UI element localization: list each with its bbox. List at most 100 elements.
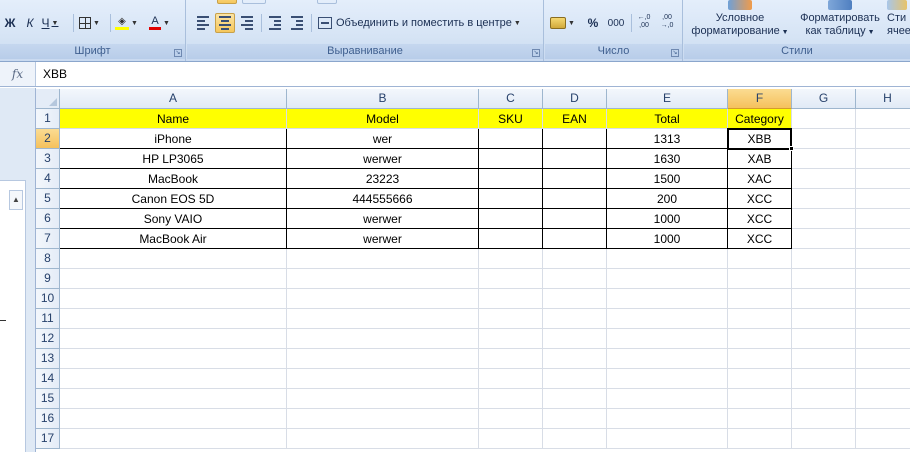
cell-b1[interactable]: Model <box>287 109 479 129</box>
cell-d1[interactable]: EAN <box>543 109 607 129</box>
cell-c8[interactable] <box>479 249 543 269</box>
cell-f8[interactable] <box>728 249 792 269</box>
cell-h7[interactable] <box>856 229 910 249</box>
fill-handle[interactable] <box>789 146 794 151</box>
row-header-2[interactable]: 2 <box>36 129 60 149</box>
cell-d6[interactable] <box>543 209 607 229</box>
row-header-6[interactable]: 6 <box>36 209 60 229</box>
row-header-8[interactable]: 8 <box>36 249 60 269</box>
cell-c16[interactable] <box>479 409 543 429</box>
cell-d4[interactable] <box>543 169 607 189</box>
column-header-f[interactable]: F <box>728 89 792 109</box>
cell-b4[interactable]: 23223 <box>287 169 479 189</box>
underline-button[interactable]: Ч ▼ <box>40 13 60 33</box>
cell-e9[interactable] <box>607 269 728 289</box>
row-header-11[interactable]: 11 <box>36 309 60 329</box>
cell-e16[interactable] <box>607 409 728 429</box>
cell-h6[interactable] <box>856 209 910 229</box>
cell-h14[interactable] <box>856 369 910 389</box>
row-header-14[interactable]: 14 <box>36 369 60 389</box>
cell-c4[interactable] <box>479 169 543 189</box>
cell-f17[interactable] <box>728 429 792 449</box>
cell-f2[interactable]: XBB <box>728 129 792 149</box>
cell-e12[interactable] <box>607 329 728 349</box>
cell-c1[interactable]: SKU <box>479 109 543 129</box>
cell-f4[interactable]: XAC <box>728 169 792 189</box>
scroll-up-arrow-icon[interactable]: ▲ <box>9 190 23 210</box>
dialog-launcher-icon[interactable]: ↘ <box>532 49 540 57</box>
cell-e14[interactable] <box>607 369 728 389</box>
cell-h8[interactable] <box>856 249 910 269</box>
cell-b2[interactable]: wer <box>287 129 479 149</box>
cell-b17[interactable] <box>287 429 479 449</box>
cell-e8[interactable] <box>607 249 728 269</box>
cell-e10[interactable] <box>607 289 728 309</box>
row-header-12[interactable]: 12 <box>36 329 60 349</box>
cell-h3[interactable] <box>856 149 910 169</box>
insert-function-button[interactable]: fx <box>0 62 36 86</box>
cell-b13[interactable] <box>287 349 479 369</box>
cell-b16[interactable] <box>287 409 479 429</box>
cell-g9[interactable] <box>792 269 856 289</box>
cell-f10[interactable] <box>728 289 792 309</box>
cell-e1[interactable]: Total <box>607 109 728 129</box>
cell-b10[interactable] <box>287 289 479 309</box>
cell-f16[interactable] <box>728 409 792 429</box>
increase-decimal-button[interactable]: ←,0 ,00 <box>634 12 654 32</box>
cell-d12[interactable] <box>543 329 607 349</box>
row-header-7[interactable]: 7 <box>36 229 60 249</box>
column-header-e[interactable]: E <box>607 89 728 109</box>
cell-h17[interactable] <box>856 429 910 449</box>
cell-g12[interactable] <box>792 329 856 349</box>
cell-c6[interactable] <box>479 209 543 229</box>
cell-d16[interactable] <box>543 409 607 429</box>
cell-b14[interactable] <box>287 369 479 389</box>
cell-h15[interactable] <box>856 389 910 409</box>
cell-g17[interactable] <box>792 429 856 449</box>
row-header-1[interactable]: 1 <box>36 109 60 129</box>
cell-d2[interactable] <box>543 129 607 149</box>
cell-g14[interactable] <box>792 369 856 389</box>
cell-b9[interactable] <box>287 269 479 289</box>
formula-input[interactable]: XBB <box>43 67 67 81</box>
cell-e13[interactable] <box>607 349 728 369</box>
cell-a2[interactable]: iPhone <box>60 129 287 149</box>
cell-g8[interactable] <box>792 249 856 269</box>
cell-c9[interactable] <box>479 269 543 289</box>
cell-f13[interactable] <box>728 349 792 369</box>
cell-g7[interactable] <box>792 229 856 249</box>
cell-e4[interactable]: 1500 <box>607 169 728 189</box>
cell-a3[interactable]: HP LP3065 <box>60 149 287 169</box>
cell-styles-button[interactable]: Сти ячее <box>887 0 910 44</box>
column-header-d[interactable]: D <box>543 89 607 109</box>
cell-c15[interactable] <box>479 389 543 409</box>
cell-c3[interactable] <box>479 149 543 169</box>
cell-e5[interactable]: 200 <box>607 189 728 209</box>
cell-h11[interactable] <box>856 309 910 329</box>
cell-d15[interactable] <box>543 389 607 409</box>
cell-a14[interactable] <box>60 369 287 389</box>
borders-button[interactable]: ▼ <box>78 13 101 33</box>
cell-h12[interactable] <box>856 329 910 349</box>
cell-h2[interactable] <box>856 129 910 149</box>
format-as-table-button[interactable]: Форматировать как таблицу ▼ <box>794 0 886 44</box>
cell-g5[interactable] <box>792 189 856 209</box>
row-header-13[interactable]: 13 <box>36 349 60 369</box>
cell-c13[interactable] <box>479 349 543 369</box>
cell-a9[interactable] <box>60 269 287 289</box>
cell-c5[interactable] <box>479 189 543 209</box>
cell-a16[interactable] <box>60 409 287 429</box>
cell-d8[interactable] <box>543 249 607 269</box>
conditional-formatting-button[interactable]: Условное форматирование ▼ <box>690 0 790 44</box>
column-header-c[interactable]: C <box>479 89 543 109</box>
cell-g6[interactable] <box>792 209 856 229</box>
font-color-button[interactable]: А ▼ <box>148 13 171 33</box>
cell-f7[interactable]: XCC <box>728 229 792 249</box>
cell-b7[interactable]: werwer <box>287 229 479 249</box>
cell-h13[interactable] <box>856 349 910 369</box>
bold-button[interactable]: Ж <box>0 13 20 33</box>
cell-b11[interactable] <box>287 309 479 329</box>
cell-g1[interactable] <box>792 109 856 129</box>
cell-d13[interactable] <box>543 349 607 369</box>
cell-f3[interactable]: XAB <box>728 149 792 169</box>
